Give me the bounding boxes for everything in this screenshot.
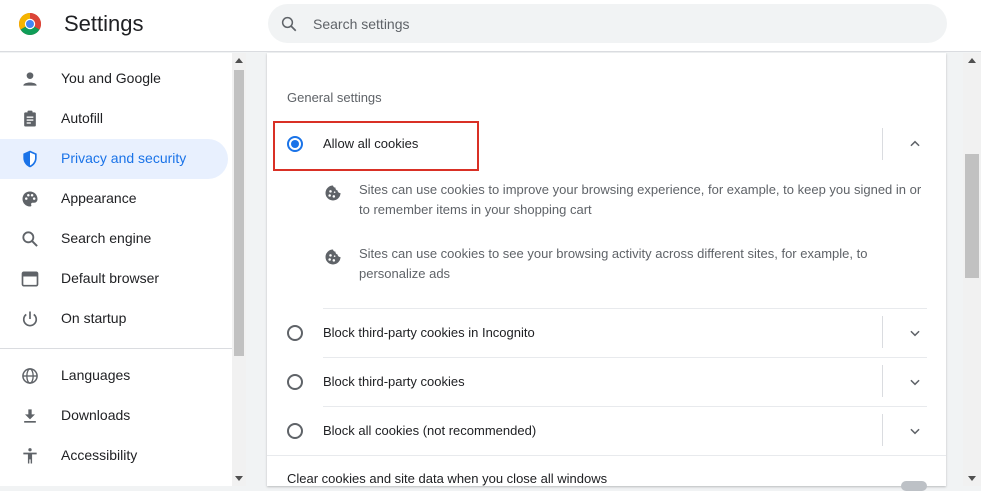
download-icon [24,409,36,423]
palette-icon [22,191,38,207]
person-icon [23,72,37,86]
radio-button[interactable] [287,374,303,390]
option-label: Block third-party cookies [323,374,465,389]
sidebar-item-label: Accessibility [61,447,138,463]
search-icon [281,16,297,32]
page-title: Settings [64,11,144,36]
search-input[interactable] [313,4,913,43]
chevron-up-icon[interactable] [908,137,922,151]
search-box[interactable] [268,4,947,43]
option-label: Block all cookies (not recommended) [323,423,537,438]
browser-window-icon [21,271,39,287]
highlight-box [273,121,479,171]
row-divider [882,316,883,348]
sidebar-item-downloads[interactable]: Downloads [0,396,228,436]
sidebar-item-accessibility[interactable]: Accessibility [0,436,228,476]
sidebar-item-label: Languages [61,367,131,383]
sidebar-item-languages[interactable]: Languages [0,356,228,396]
detail-text: Sites can use cookies to improve your br… [359,182,922,217]
power-icon [22,311,38,327]
sidebar-item-you-and-google[interactable]: You and Google [0,59,228,99]
sidebar-item-default-browser[interactable]: Default browser [0,259,228,299]
sidebar-divider [0,348,232,349]
row-divider [882,128,883,160]
row-divider [882,414,883,446]
sidebar-nav: You and Google Autofill Privacy and secu… [0,53,232,486]
sidebar-item-label: Privacy and security [61,150,187,166]
section-title: General settings [287,90,382,105]
radio-button[interactable] [287,423,303,439]
cookie-icon [325,185,341,201]
section-divider [267,455,946,456]
sidebar-item-label: Autofill [61,110,104,126]
sidebar-item-on-startup[interactable]: On startup [0,299,228,339]
sidebar-item-appearance[interactable]: Appearance [0,179,228,219]
chrome-logo-icon [19,13,41,35]
option-label: Block third-party cookies in Incognito [323,325,535,340]
sidebar-item-label: You and Google [61,70,161,86]
detail-text: Sites can use cookies to see your browsi… [359,246,868,281]
chevron-down-icon[interactable] [908,375,922,389]
sidebar-item-privacy-and-security[interactable]: Privacy and security [0,139,228,179]
sidebar-item-label: Search engine [61,230,152,246]
shield-icon [23,150,37,168]
globe-icon [22,368,38,384]
option-block-all-cookies[interactable]: Block all cookies (not recommended) [267,406,946,455]
sidebar-item-label: Downloads [61,407,131,423]
scroll-up-arrow-icon[interactable] [968,58,976,63]
scroll-up-arrow-icon[interactable] [235,58,243,63]
sidebar-item-label: Default browser [61,270,160,286]
cookie-icon [325,249,341,265]
clipboard-icon [24,110,36,127]
sidebar-item-label: On startup [61,310,127,326]
sidebar-item-autofill[interactable]: Autofill [0,99,228,139]
cookies-settings-card: General settings Allow all cookies Sites… [267,53,946,491]
scroll-down-arrow-icon[interactable] [235,476,243,481]
option-block-third-party[interactable]: Block third-party cookies [267,357,946,406]
clear-on-exit-label: Clear cookies and site data when you clo… [287,471,608,486]
sidebar-item-label: Appearance [61,190,137,206]
settings-header: Settings [0,0,981,52]
radio-button[interactable] [287,325,303,341]
scroll-down-arrow-icon[interactable] [968,476,976,481]
option-block-third-party-incognito[interactable]: Block third-party cookies in Incognito [267,308,946,357]
search-icon [22,231,38,247]
page-scrollbar-thumb[interactable] [965,154,979,278]
row-divider [882,365,883,397]
accessibility-icon [23,448,37,464]
chevron-down-icon[interactable] [908,326,922,340]
sidebar-item-search-engine[interactable]: Search engine [0,219,228,259]
sidebar-scrollbar-thumb[interactable] [234,70,244,356]
chevron-down-icon[interactable] [908,424,922,438]
clear-on-exit-toggle[interactable] [901,481,927,491]
